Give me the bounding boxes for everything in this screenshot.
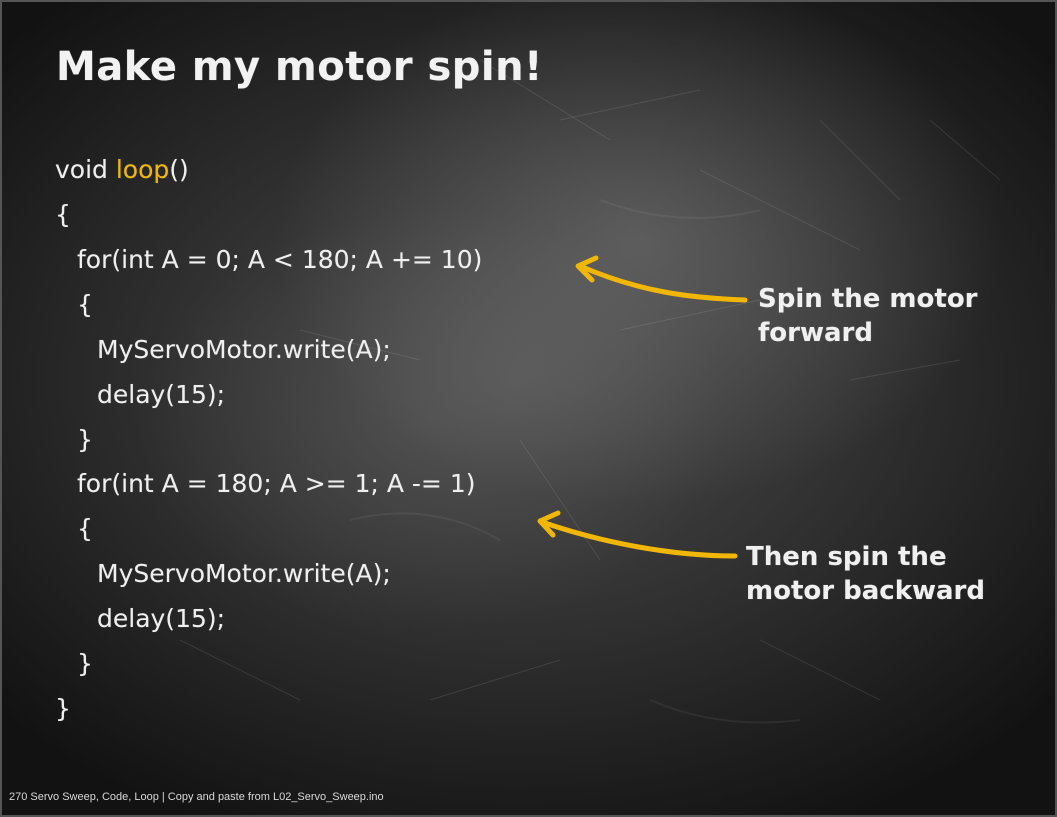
- code-line-for-open-brace: {: [77, 290, 93, 319]
- code-line-delay: delay(15);: [97, 380, 226, 409]
- code-line-for2-close-brace: }: [77, 649, 93, 678]
- annotation-backward: Then spin the motor backward: [746, 540, 985, 608]
- arrowhead-backward-icon: [537, 510, 561, 538]
- code-line-delay-2: delay(15);: [97, 604, 226, 633]
- code-keyword-void: void: [55, 155, 116, 184]
- annotation-forward-line-1: Spin the motor: [758, 284, 978, 314]
- code-line-for2-open-brace: {: [77, 514, 93, 543]
- code-parens: (): [169, 155, 189, 184]
- slide-footer: 270 Servo Sweep, Code, Loop | Copy and p…: [9, 791, 384, 803]
- code-line-write: MyServoMotor.write(A);: [97, 335, 391, 364]
- code-line-for-close-brace: }: [77, 425, 93, 454]
- code-line-loop-signature: void loop(): [55, 155, 189, 184]
- slide: Make my motor spin! void loop() { for(in…: [0, 0, 1057, 817]
- code-line-write-2: MyServoMotor.write(A);: [97, 559, 391, 588]
- annotation-backward-line-2: motor backward: [746, 576, 985, 606]
- annotation-forward: Spin the motor forward: [758, 282, 978, 350]
- arrowhead-forward-icon: [575, 255, 599, 283]
- code-function-loop: loop: [115, 155, 170, 184]
- code-line-close-brace: }: [55, 694, 71, 723]
- code-line-open-brace: {: [55, 200, 71, 229]
- annotation-forward-line-2: forward: [758, 318, 873, 348]
- arrow-forward-icon: [577, 263, 748, 303]
- arrow-backward-icon: [539, 519, 738, 559]
- annotation-backward-line-1: Then spin the: [746, 542, 947, 572]
- slide-title: Make my motor spin!: [56, 44, 543, 90]
- code-line-for-backward: for(int A = 180; A >= 1; A -= 1): [77, 469, 476, 498]
- code-line-for-forward: for(int A = 0; A < 180; A += 10): [77, 245, 483, 274]
